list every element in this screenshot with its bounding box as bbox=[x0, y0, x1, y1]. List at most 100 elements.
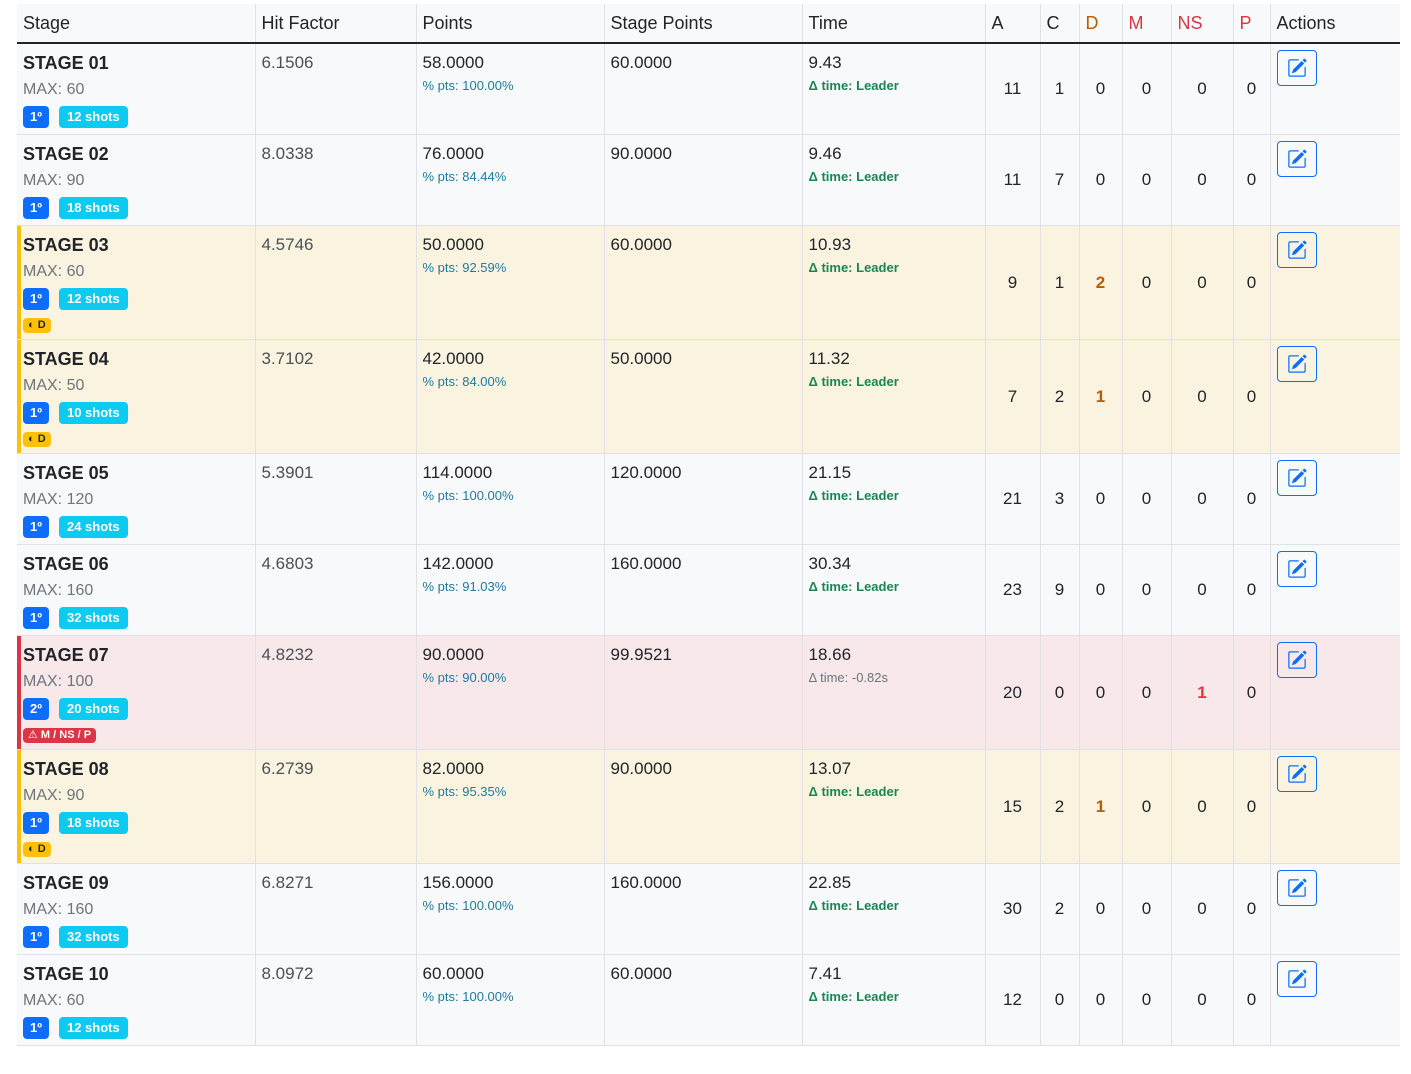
edit-icon bbox=[1287, 969, 1307, 988]
a-count: 20 bbox=[1003, 682, 1022, 702]
shots-badge: 18 shots bbox=[58, 812, 128, 834]
header-stage-points[interactable]: Stage Points bbox=[604, 4, 803, 44]
stage-max: MAX: 60 bbox=[23, 263, 85, 280]
edit-stage-button[interactable] bbox=[1276, 141, 1317, 177]
stage-badges: 1º 18 shots bbox=[23, 812, 249, 834]
edit-stage-button[interactable] bbox=[1276, 460, 1317, 496]
stage-points-cell: 99.9521 bbox=[604, 635, 803, 750]
c-count: 1 bbox=[1054, 272, 1065, 292]
hit-factor-value: 4.5746 bbox=[261, 235, 314, 254]
p-count: 0 bbox=[1246, 682, 1257, 702]
actions-cell bbox=[1270, 225, 1400, 340]
m-count: 0 bbox=[1141, 682, 1152, 702]
time-cell: 10.93 Δ time: Leader bbox=[802, 225, 986, 340]
p-cell: 0 bbox=[1233, 43, 1271, 135]
edit-stage-button[interactable] bbox=[1276, 961, 1317, 997]
a-count: 30 bbox=[1003, 899, 1022, 918]
header-hit-factor[interactable]: Hit Factor bbox=[255, 4, 417, 44]
stage-cell: STAGE 02 MAX: 90 1º 18 shots bbox=[17, 134, 256, 226]
shots-badge: 12 shots bbox=[58, 1017, 128, 1039]
stage-cell: STAGE 08 MAX: 90 1º 18 shots ◐ D bbox=[17, 749, 256, 864]
table-row: STAGE 04 MAX: 50 1º 10 shots ◐ D 3.7102 … bbox=[17, 339, 1400, 454]
p-count: 0 bbox=[1246, 899, 1257, 918]
points-cell: 82.0000 % pts: 95.35% bbox=[416, 749, 605, 864]
actions-cell bbox=[1270, 339, 1400, 454]
edit-stage-button[interactable] bbox=[1276, 756, 1317, 792]
m-cell: 0 bbox=[1122, 225, 1172, 340]
points-cell: 58.0000 % pts: 100.00% bbox=[416, 43, 605, 135]
stage-points-value: 60.0000 bbox=[610, 235, 672, 254]
stage-badges: 1º 24 shots bbox=[23, 516, 249, 538]
actions-cell bbox=[1270, 635, 1400, 750]
ns-count: 0 bbox=[1197, 796, 1207, 816]
time-delta: Δ time: Leader bbox=[808, 579, 899, 594]
edit-stage-button[interactable] bbox=[1276, 346, 1317, 382]
edit-icon bbox=[1287, 468, 1307, 487]
p-cell: 0 bbox=[1233, 544, 1271, 636]
stage-max: MAX: 90 bbox=[23, 172, 85, 189]
rank-badge: 1º bbox=[23, 402, 49, 424]
points-percent: % pts: 84.00% bbox=[422, 374, 507, 389]
stage-badges: 2º 20 shots bbox=[23, 698, 249, 720]
stage-badges: 1º 18 shots bbox=[23, 197, 249, 219]
hit-factor-value: 3.7102 bbox=[261, 349, 314, 368]
table-header: Stage Hit Factor Points Stage Points Tim… bbox=[17, 4, 1400, 44]
header-p[interactable]: P bbox=[1233, 4, 1271, 44]
hit-factor-value: 8.0338 bbox=[261, 144, 314, 163]
time-value: 9.43 bbox=[808, 53, 842, 72]
hit-factor-cell: 6.2739 bbox=[255, 749, 417, 864]
c-cell: 2 bbox=[1040, 749, 1080, 864]
header-a[interactable]: A bbox=[985, 4, 1041, 44]
d-cell: 0 bbox=[1079, 954, 1123, 1046]
stage-points-value: 90.0000 bbox=[610, 759, 672, 778]
flag-wrapper: ◐ D bbox=[23, 310, 249, 333]
header-actions: Actions bbox=[1270, 4, 1400, 44]
points-value: 142.0000 bbox=[422, 554, 494, 573]
header-ns[interactable]: NS bbox=[1171, 4, 1234, 44]
header-points[interactable]: Points bbox=[416, 4, 605, 44]
edit-stage-button[interactable] bbox=[1276, 870, 1317, 906]
header-c[interactable]: C bbox=[1040, 4, 1080, 44]
edit-stage-button[interactable] bbox=[1276, 50, 1317, 86]
c-count: 9 bbox=[1054, 580, 1065, 599]
header-m[interactable]: M bbox=[1122, 4, 1172, 44]
table-row: STAGE 02 MAX: 90 1º 18 shots 8.0338 76.0… bbox=[17, 134, 1400, 226]
a-cell: 23 bbox=[985, 544, 1041, 636]
edit-stage-button[interactable] bbox=[1276, 642, 1317, 678]
d-cell: 2 bbox=[1079, 225, 1123, 340]
p-count: 0 bbox=[1246, 386, 1257, 406]
actions-cell bbox=[1270, 749, 1400, 864]
edit-stage-button[interactable] bbox=[1276, 551, 1317, 587]
points-percent: % pts: 90.00% bbox=[422, 670, 507, 685]
hit-factor-cell: 6.1506 bbox=[255, 43, 417, 135]
actions-cell bbox=[1270, 544, 1400, 636]
a-cell: 30 bbox=[985, 863, 1041, 955]
ns-cell: 0 bbox=[1171, 954, 1234, 1046]
hit-factor-value: 6.2739 bbox=[261, 759, 314, 778]
d-count: 0 bbox=[1095, 79, 1106, 98]
p-cell: 0 bbox=[1233, 954, 1271, 1046]
m-count: 0 bbox=[1141, 386, 1152, 406]
header-time[interactable]: Time bbox=[802, 4, 986, 44]
time-delta: Δ time: Leader bbox=[808, 374, 899, 389]
edit-stage-button[interactable] bbox=[1276, 232, 1317, 268]
ns-cell: 0 bbox=[1171, 749, 1234, 864]
time-cell: 7.41 Δ time: Leader bbox=[802, 954, 986, 1046]
stage-points-value: 120.0000 bbox=[610, 463, 682, 482]
points-percent: % pts: 100.00% bbox=[422, 78, 514, 93]
a-count: 7 bbox=[1007, 386, 1018, 406]
time-delta: Δ time: Leader bbox=[808, 78, 899, 93]
points-value: 76.0000 bbox=[422, 144, 484, 163]
stage-badges: 1º 10 shots bbox=[23, 402, 249, 424]
m-cell: 0 bbox=[1122, 453, 1172, 545]
points-cell: 114.0000 % pts: 100.00% bbox=[416, 453, 605, 545]
stage-points-cell: 60.0000 bbox=[604, 225, 803, 340]
stage-points-value: 160.0000 bbox=[610, 873, 682, 892]
time-value: 21.15 bbox=[808, 463, 852, 482]
header-d[interactable]: D bbox=[1079, 4, 1123, 44]
stage-max: MAX: 160 bbox=[23, 582, 94, 599]
header-stage[interactable]: Stage bbox=[17, 4, 256, 44]
penalty-flag-badge: ⚠ M / NS / P bbox=[23, 728, 97, 743]
shots-badge: 32 shots bbox=[58, 607, 128, 629]
hit-factor-cell: 3.7102 bbox=[255, 339, 417, 454]
